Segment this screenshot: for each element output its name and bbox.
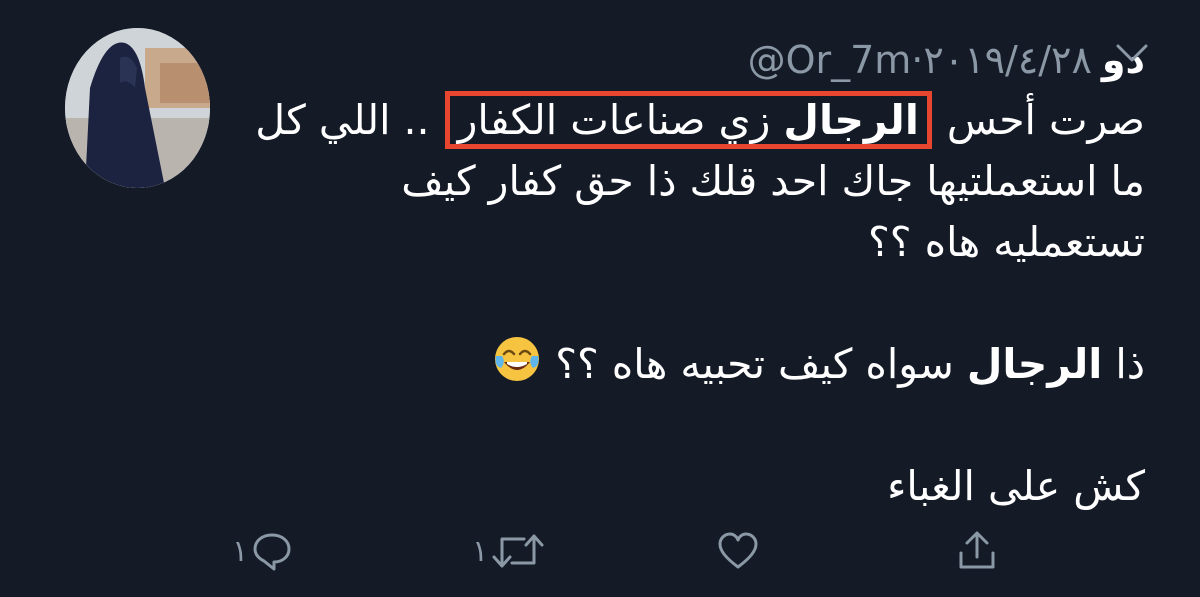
tweet-line-3: تستعمليه هاه ؟؟ <box>868 218 1145 266</box>
bold-word: الرجال <box>783 96 919 144</box>
tweet-line-1: صرت أحس الرجال زي صناعات الكفار .. اللي … <box>245 90 1145 151</box>
bold-word: الرجال <box>966 340 1103 388</box>
handle-and-date: @Or_7m·٢٠١٩/٤/٢٨ <box>748 38 1092 82</box>
tweet-line-5: كش على الغباء <box>887 462 1145 510</box>
tweet-header: دو @Or_7m·٢٠١٩/٤/٢٨ <box>748 30 1145 90</box>
text-segment: ذا <box>1102 340 1145 388</box>
tweet-line-4: ذا الرجال سواه كيف تحبيه هاه ؟؟ <box>245 334 1145 395</box>
avatar-photo <box>65 28 210 188</box>
tweet-line-2: ما استعملتيها جاك احد قلك ذا حق كفار كيف <box>401 157 1145 205</box>
face-with-tears-of-joy-emoji <box>495 337 540 381</box>
text-segment: سواه كيف تحبيه هاه ؟؟ <box>542 340 967 388</box>
separator: · <box>911 38 924 82</box>
tweet-text: صرت أحس الرجال زي صناعات الكفار .. اللي … <box>245 90 1145 517</box>
reply-icon <box>253 533 291 571</box>
share-button[interactable] <box>955 526 999 576</box>
text-segment: صرت أحس <box>933 96 1145 144</box>
text-segment: زي صناعات الكفار <box>457 96 784 144</box>
retweet-count: ١ <box>472 533 489 569</box>
share-icon <box>959 531 995 569</box>
like-icon <box>718 532 758 569</box>
like-button[interactable] <box>716 526 760 576</box>
chevron-down-icon[interactable] <box>1112 38 1152 66</box>
reply-count: ١ <box>232 533 249 569</box>
avatar[interactable] <box>65 28 210 188</box>
handle[interactable]: @Or_7m <box>748 38 912 82</box>
retweet-button[interactable]: ١ <box>472 526 546 576</box>
tweet: دو @Or_7m·٢٠١٩/٤/٢٨ صرت أحس الرجال زي صن… <box>0 0 1200 597</box>
action-bar: ١ ١ <box>0 526 1200 576</box>
date[interactable]: ٢٠١٩/٤/٢٨ <box>923 38 1091 82</box>
highlight-box: الرجال زي صناعات الكفار <box>444 91 932 149</box>
retweet-icon <box>492 534 544 568</box>
reply-button[interactable]: ١ <box>232 526 294 576</box>
text-segment: .. اللي كل <box>255 96 443 144</box>
